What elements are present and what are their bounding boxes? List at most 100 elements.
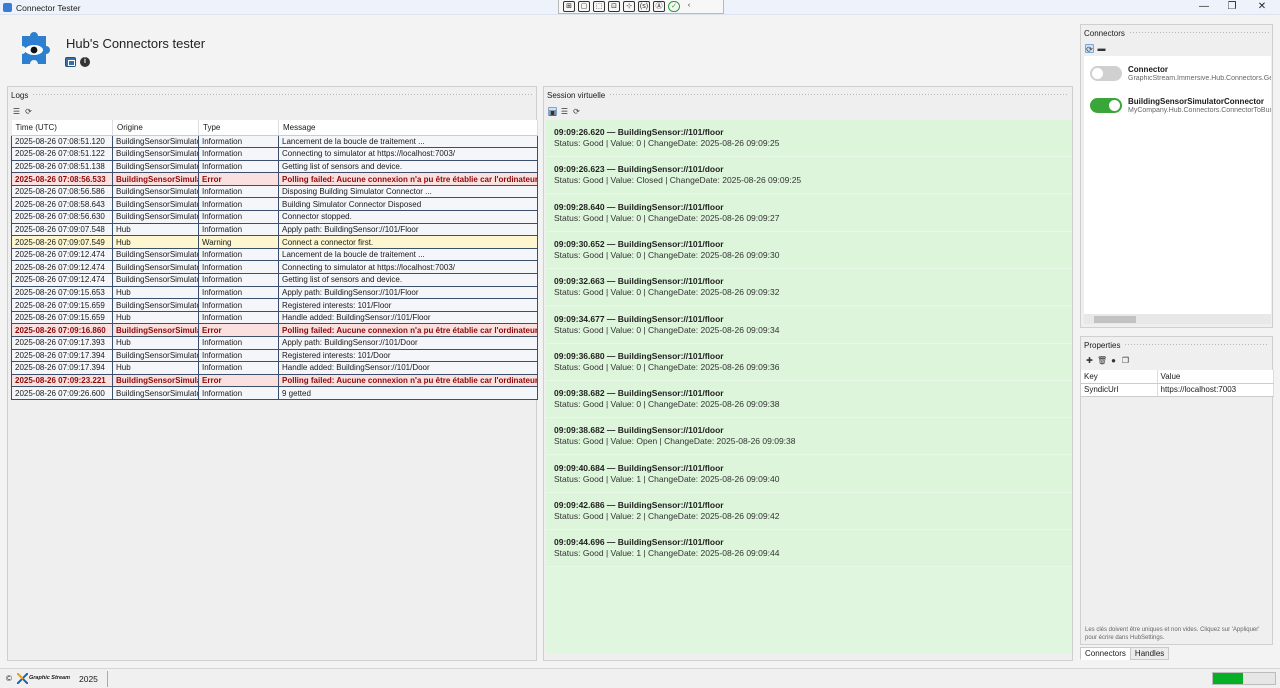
- log-type: Information: [198, 135, 279, 149]
- log-row[interactable]: 2025-08-26 07:08:51.120 BuildingSensorSim…: [11, 135, 538, 149]
- add-icon[interactable]: ✚: [1085, 356, 1094, 365]
- connector-item[interactable]: Connector GraphicStream.Immersive.Hub.Con…: [1084, 58, 1271, 88]
- event-title: 09:09:42.686 — BuildingSensor://101/floo…: [554, 500, 724, 510]
- scrollbar-thumb[interactable]: [1094, 316, 1136, 323]
- log-time: 2025-08-26 07:09:26.600: [11, 386, 113, 400]
- log-row[interactable]: 2025-08-26 07:09:17.393 Hub Information App…: [11, 336, 538, 350]
- connector-item[interactable]: BuildingSensorSimulatorConnector MyCompan…: [1084, 90, 1271, 120]
- property-key[interactable]: SyndicUrl: [1081, 383, 1158, 397]
- tab-connectors[interactable]: Connectors: [1080, 647, 1131, 660]
- log-time: 2025-08-26 07:08:56.630: [11, 210, 113, 224]
- log-row[interactable]: 2025-08-26 07:08:51.122 BuildingSensorSim…: [11, 147, 538, 161]
- refresh-icon[interactable]: ⟳: [24, 107, 33, 116]
- log-type: Warning: [198, 235, 279, 249]
- log-time: 2025-08-26 07:08:58.643: [11, 197, 113, 212]
- event-item[interactable]: 09:09:34.677 — BuildingSensor://101/floo…: [546, 306, 1072, 344]
- close-button[interactable]: ✕: [1250, 0, 1274, 14]
- select-element-icon[interactable]: ▢: [578, 1, 590, 12]
- column-message[interactable]: Message: [278, 120, 538, 136]
- log-row[interactable]: 2025-08-26 07:09:12.474 BuildingSensorSim…: [11, 248, 538, 262]
- log-row[interactable]: 2025-08-26 07:09:23.221 BuildingSensorSim…: [11, 374, 538, 388]
- accessibility-icon[interactable]: Ⓐ: [653, 1, 665, 12]
- tab-handles[interactable]: Handles: [1129, 647, 1170, 660]
- horizontal-scrollbar[interactable]: [1084, 314, 1271, 324]
- event-item[interactable]: 09:09:26.623 — BuildingSensor://101/door…: [546, 157, 1072, 195]
- panel-toggle-button[interactable]: [65, 57, 76, 67]
- log-row[interactable]: 2025-08-26 07:08:58.643 BuildingSensorSim…: [11, 197, 538, 212]
- maximize-button[interactable]: ❐: [1220, 0, 1244, 14]
- binding-failures-icon[interactable]: (s): [638, 1, 650, 12]
- event-item[interactable]: 09:09:30.652 — BuildingSensor://101/floo…: [546, 231, 1072, 269]
- connector-toggle[interactable]: [1090, 98, 1122, 113]
- brand-x-icon: [17, 673, 28, 684]
- column-time[interactable]: Time (UTC): [11, 120, 113, 136]
- log-message: Building Simulator Connector Disposed: [278, 197, 538, 212]
- log-time: 2025-08-26 07:09:07.548: [11, 223, 113, 237]
- log-row[interactable]: 2025-08-26 07:09:26.600 BuildingSensorSim…: [11, 386, 538, 400]
- refresh-icon[interactable]: ⟳: [572, 107, 581, 116]
- column-origin[interactable]: Origine: [112, 120, 199, 136]
- checkmark-icon[interactable]: ✓: [668, 1, 680, 12]
- log-row[interactable]: 2025-08-26 07:09:17.394 Hub Information Han…: [11, 361, 538, 375]
- event-item[interactable]: 09:09:38.682 — BuildingSensor://101/door…: [546, 418, 1072, 456]
- save-icon[interactable]: ▣: [548, 106, 557, 117]
- log-row[interactable]: 2025-08-26 07:09:15.659 Hub Information Han…: [11, 311, 538, 325]
- event-title: 09:09:40.684 — BuildingSensor://101/floo…: [554, 462, 724, 473]
- bottom-tabs: Connectors Handles: [1080, 647, 1170, 660]
- log-time: 2025-08-26 07:09:16.860: [11, 323, 113, 337]
- log-type: Information: [198, 248, 279, 262]
- log-row[interactable]: 2025-08-26 07:09:12.474 BuildingSensorSim…: [11, 260, 538, 275]
- log-type: Information: [198, 298, 279, 312]
- log-row[interactable]: 2025-08-26 07:09:15.653 Hub Information App…: [11, 286, 538, 300]
- log-time: 2025-08-26 07:09:15.659: [11, 298, 113, 312]
- list-icon[interactable]: ☰: [12, 107, 21, 116]
- event-item[interactable]: 09:09:38.682 — BuildingSensor://101/floo…: [546, 381, 1072, 419]
- info-icon[interactable]: i: [80, 57, 90, 67]
- event-item[interactable]: 09:09:26.620 — BuildingSensor://101/floo…: [546, 120, 1072, 157]
- log-row[interactable]: 2025-08-26 07:08:56.630 BuildingSensorSim…: [11, 210, 538, 224]
- hot-reload-icon[interactable]: ⊹: [623, 1, 635, 12]
- property-value[interactable]: https://localhost:7003: [1157, 383, 1274, 397]
- properties-hint: Les clés doivent être uniques et non vid…: [1085, 627, 1260, 641]
- track-focus-icon[interactable]: ⊡: [608, 1, 620, 12]
- log-message: Apply path: BuildingSensor://101/Floor: [278, 286, 538, 300]
- event-detail: Status: Good | Value: 0 | ChangeDate: 20…: [554, 361, 780, 372]
- delete-icon[interactable]: 🗑: [1097, 356, 1107, 365]
- column-key[interactable]: Key: [1081, 370, 1158, 384]
- copy-icon[interactable]: ❐: [1121, 356, 1130, 365]
- minimize-button[interactable]: —: [1192, 0, 1216, 14]
- event-item[interactable]: 09:09:36.680 — BuildingSensor://101/floo…: [546, 343, 1072, 381]
- folder-icon[interactable]: ▬: [1097, 44, 1106, 53]
- log-row[interactable]: 2025-08-26 07:09:15.659 BuildingSensorSim…: [11, 298, 538, 312]
- live-visual-tree-icon[interactable]: ⊞: [563, 1, 575, 12]
- log-row[interactable]: 2025-08-26 07:08:51.138 BuildingSensorSim…: [11, 160, 538, 174]
- event-item[interactable]: 09:09:28.640 — BuildingSensor://101/floo…: [546, 194, 1072, 232]
- log-row[interactable]: 2025-08-26 07:09:16.860 BuildingSensorSim…: [11, 323, 538, 337]
- properties-panel: Properties ✚ 🗑 ● ❐ Key Value SyndicUrl h…: [1080, 336, 1274, 645]
- table-row[interactable]: SyndicUrl https://localhost:7003: [1081, 383, 1274, 397]
- log-row[interactable]: 2025-08-26 07:09:17.394 BuildingSensorSim…: [11, 349, 538, 363]
- log-row[interactable]: 2025-08-26 07:08:56.533 BuildingSensorSim…: [11, 172, 538, 186]
- event-item[interactable]: 09:09:44.696 — BuildingSensor://101/floo…: [546, 530, 1072, 568]
- event-item[interactable]: 09:09:32.663 — BuildingSensor://101/floo…: [546, 269, 1072, 307]
- event-detail: Status: Good | Value: 1 | ChangeDate: 20…: [554, 548, 780, 559]
- event-item[interactable]: 09:09:42.686 — BuildingSensor://101/floo…: [546, 493, 1072, 530]
- list-icon[interactable]: ☰: [560, 107, 569, 116]
- column-value[interactable]: Value: [1157, 370, 1274, 384]
- refresh-icon[interactable]: ⟳: [1085, 43, 1094, 54]
- log-origin: Hub: [112, 311, 199, 325]
- display-layout-adorners-icon[interactable]: ⬚: [593, 1, 605, 12]
- event-item[interactable]: 09:09:40.684 — BuildingSensor://101/floo…: [546, 455, 1072, 493]
- log-time: 2025-08-26 07:09:12.474: [11, 260, 113, 275]
- brand-logo: Graphic Stream: [17, 673, 72, 684]
- apply-icon[interactable]: ●: [1109, 356, 1118, 365]
- connector-toggle[interactable]: [1090, 66, 1122, 81]
- log-row[interactable]: 2025-08-26 07:09:07.548 Hub Information App…: [11, 223, 538, 237]
- log-row[interactable]: 2025-08-26 07:09:12.474 BuildingSensorSim…: [11, 273, 538, 287]
- column-type[interactable]: Type: [198, 120, 279, 136]
- log-row[interactable]: 2025-08-26 07:09:07.549 Hub Warning Connect…: [11, 235, 538, 249]
- log-type: Error: [198, 323, 279, 337]
- log-type: Information: [198, 386, 279, 400]
- collapse-icon[interactable]: ‹: [683, 1, 695, 12]
- log-row[interactable]: 2025-08-26 07:08:56.586 BuildingSensorSim…: [11, 185, 538, 199]
